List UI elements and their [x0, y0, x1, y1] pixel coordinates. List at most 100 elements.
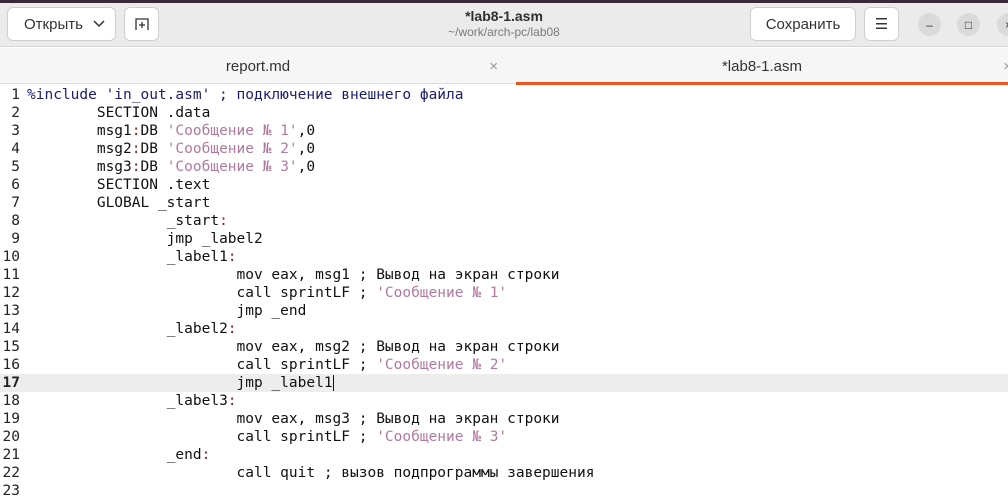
- line-number: 5: [11, 159, 20, 175]
- code-line[interactable]: 16 call sprintLF ; 'Сообщение № 2': [0, 356, 1008, 374]
- code-token: _label3: [27, 393, 228, 409]
- text-cursor: [332, 375, 334, 391]
- code-token: jmp _end: [27, 303, 307, 319]
- minimize-button[interactable]: –: [918, 13, 941, 36]
- code-line[interactable]: 20 call sprintLF ; 'Сообщение № 3': [0, 428, 1008, 446]
- code-line[interactable]: 10 _label1:: [0, 248, 1008, 266]
- code-text: _end:: [27, 446, 211, 464]
- code-token: :: [131, 159, 141, 175]
- line-number: 3: [11, 123, 20, 139]
- code-token: call sprintLF ;: [27, 429, 377, 445]
- code-text: call sprintLF ; 'Сообщение № 1': [27, 284, 508, 302]
- code-token: call quit ; вызов подпрограммы завершени…: [27, 465, 595, 481]
- code-text: SECTION .text: [27, 176, 211, 194]
- code-text: call quit ; вызов подпрограммы завершени…: [27, 464, 595, 482]
- code-text: SECTION .data: [27, 104, 211, 122]
- line-number: 9: [11, 231, 20, 247]
- code-editor[interactable]: 1 %include 'in_out.asm' ; подключение вне…: [0, 86, 1008, 500]
- window-subtitle: ~/work/arch-pc/lab08: [448, 25, 560, 39]
- code-text: _label2:: [27, 320, 237, 338]
- code-token: :: [227, 249, 237, 265]
- line-number: 14: [2, 321, 20, 337]
- code-line[interactable]: 8 _start:: [0, 212, 1008, 230]
- code-line[interactable]: 15 mov eax, msg2 ; Вывод на экран строки: [0, 338, 1008, 356]
- tab-label: *lab8-1.asm: [721, 57, 803, 75]
- code-text: mov eax, msg3 ; Вывод на экран строки: [27, 410, 560, 428]
- line-number: 13: [2, 303, 20, 319]
- code-text: msg2:DB 'Сообщение № 2',0: [27, 140, 315, 158]
- code-token: ,0: [297, 141, 316, 157]
- close-tab-icon[interactable]: ×: [489, 58, 498, 75]
- code-text: jmp _label1: [27, 374, 334, 392]
- window-title: *lab8-1.asm: [465, 8, 543, 24]
- tab-report-md[interactable]: report.md ×: [0, 48, 516, 84]
- line-number: 12: [2, 285, 20, 301]
- code-token: DB: [140, 123, 167, 139]
- code-token: _end: [27, 447, 202, 463]
- code-line[interactable]: 3 msg1:DB 'Сообщение № 1',0: [0, 122, 1008, 140]
- desktop-strip: [0, 0, 1008, 3]
- code-token: mov eax, msg1 ; Вывод на экран строки: [27, 267, 560, 283]
- code-line[interactable]: 12 call sprintLF ; 'Сообщение № 1': [0, 284, 1008, 302]
- line-number: 23: [2, 483, 20, 499]
- code-token: _label2: [27, 321, 228, 337]
- code-token: _label1: [27, 249, 228, 265]
- line-number: 19: [2, 411, 20, 427]
- code-line[interactable]: 1 %include 'in_out.asm' ; подключение вне…: [0, 86, 1008, 104]
- code-token: :: [227, 393, 237, 409]
- save-button[interactable]: Сохранить: [750, 7, 856, 41]
- code-token: 'Сообщение № 3': [376, 429, 508, 445]
- code-line[interactable]: 9 jmp _label2: [0, 230, 1008, 248]
- code-text: msg3:DB 'Сообщение № 3',0: [27, 158, 315, 176]
- code-line[interactable]: 7 GLOBAL _start: [0, 194, 1008, 212]
- code-token: msg2: [27, 141, 132, 157]
- code-line[interactable]: 5 msg3:DB 'Сообщение № 3',0: [0, 158, 1008, 176]
- code-token: mov eax, msg3 ; Вывод на экран строки: [27, 411, 560, 427]
- code-line[interactable]: 23: [0, 482, 1008, 500]
- code-text: _label3:: [27, 392, 237, 410]
- code-token: GLOBAL _start: [27, 195, 211, 211]
- code-token: ,0: [297, 159, 316, 175]
- code-line[interactable]: 17 jmp _label1: [0, 374, 1008, 392]
- tab-label: report.md: [225, 57, 291, 75]
- code-text: call sprintLF ; 'Сообщение № 2': [27, 356, 508, 374]
- code-line[interactable]: 19 mov eax, msg3 ; Вывод на экран строки: [0, 410, 1008, 428]
- code-line[interactable]: 2 SECTION .data: [0, 104, 1008, 122]
- code-text: mov eax, msg2 ; Вывод на экран строки: [27, 338, 560, 356]
- code-token: 'Сообщение № 2': [166, 141, 298, 157]
- menu-button[interactable]: ☰: [864, 7, 899, 41]
- close-tab-icon[interactable]: ×: [1003, 58, 1008, 75]
- line-number: 8: [11, 213, 20, 229]
- code-text: _label1:: [27, 248, 237, 266]
- tab-lab8-1-asm[interactable]: *lab8-1.asm ×: [516, 48, 1008, 85]
- code-token: :: [131, 123, 141, 139]
- code-token: DB: [140, 141, 167, 157]
- code-text: GLOBAL _start: [27, 194, 211, 212]
- code-line[interactable]: 14 _label2:: [0, 320, 1008, 338]
- minimize-icon: –: [926, 17, 933, 32]
- line-number: 16: [2, 357, 20, 373]
- code-text: jmp _end: [27, 302, 307, 320]
- code-line[interactable]: 22 call quit ; вызов подпрограммы заверш…: [0, 464, 1008, 482]
- code-token: :: [201, 447, 211, 463]
- code-text: %include 'in_out.asm' ; подключение внеш…: [27, 86, 464, 104]
- line-number: 1: [11, 87, 20, 103]
- line-number: 18: [2, 393, 20, 409]
- code-text: msg1:DB 'Сообщение № 1',0: [27, 122, 315, 140]
- code-line[interactable]: 4 msg2:DB 'Сообщение № 2',0: [0, 140, 1008, 158]
- line-number: 6: [11, 177, 20, 193]
- code-text: mov eax, msg1 ; Вывод на экран строки: [27, 266, 560, 284]
- tab-bar: report.md × *lab8-1.asm ×: [0, 48, 1008, 85]
- code-line[interactable]: 21 _end:: [0, 446, 1008, 464]
- code-line[interactable]: 18 _label3:: [0, 392, 1008, 410]
- code-text: jmp _label2: [27, 230, 263, 248]
- code-token: SECTION .text: [27, 177, 211, 193]
- line-number: 4: [11, 141, 20, 157]
- code-line[interactable]: 13 jmp _end: [0, 302, 1008, 320]
- code-line[interactable]: 6 SECTION .text: [0, 176, 1008, 194]
- code-token: _start: [27, 213, 220, 229]
- line-number: 21: [2, 447, 20, 463]
- code-line[interactable]: 11 mov eax, msg1 ; Вывод на экран строки: [0, 266, 1008, 284]
- maximize-button[interactable]: □: [957, 13, 980, 36]
- code-token: call sprintLF ;: [27, 285, 377, 301]
